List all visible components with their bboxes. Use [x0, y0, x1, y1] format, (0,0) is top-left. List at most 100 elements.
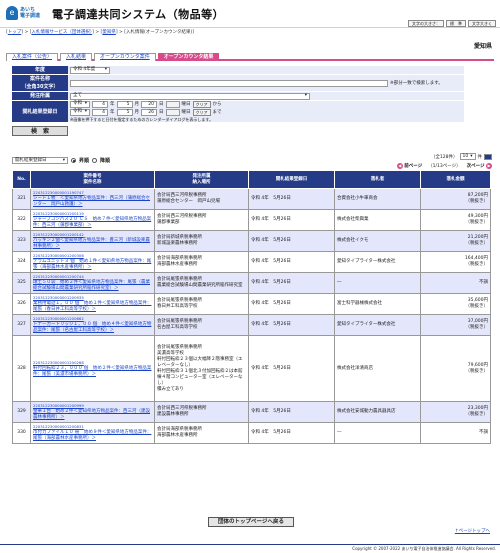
table-row: 323220312230000001200142パッキン２個＜愛知県地方物品案件… [13, 231, 491, 252]
from-clear-button[interactable]: クリア [193, 101, 211, 108]
winner-cell: 株式会社洋清商店 [335, 336, 421, 402]
back-to-top-button[interactable]: 団体のトップページへ戻る [208, 517, 294, 527]
date-cell: 令和 4年 5月26日 [249, 294, 335, 315]
per-page-select[interactable]: 10▾ [460, 153, 476, 160]
desc-radio[interactable] [92, 158, 97, 163]
from-year-input[interactable]: 4 [92, 101, 108, 108]
col-anken: 案件番号 案件名称 [31, 171, 155, 189]
copyright: Copyright © 2007-2022 あいち電子自治体推進協議会. All… [0, 544, 500, 552]
sort-select[interactable]: 開札結果登録日▾ [12, 157, 68, 164]
asc-radio[interactable] [71, 158, 76, 163]
row-no: 328 [13, 336, 31, 402]
result-count: （全128件） [431, 154, 458, 160]
anken-link[interactable]: パッキン２個＜愛知県地方物品案件：豊三河（新城設楽農林事務所）＞ [33, 238, 150, 249]
from-weekday [166, 101, 180, 108]
year-label: 年度 [12, 66, 68, 74]
pager: （全128件） 10▾ 件 ◀ 前ページ （1/13ページ） 次ページ ▶ [397, 153, 492, 169]
calendar-note: ※画像を押下すると日付を指定するためのカレンダーダイアログを表示します。 [70, 117, 213, 123]
date-label: 開札結果登録日 [12, 101, 68, 122]
anken-row: 案件名称（全角30文字） ※部分一致で検索します。 [12, 75, 464, 92]
anken-link[interactable]: 金華１台 始め２件＜愛知県地方物品案件：西三河（建設農林事務所）＞ [33, 409, 150, 420]
year-select[interactable]: 令和 4年度▾ [70, 67, 110, 74]
row-no: 324 [13, 252, 31, 273]
page-top-link[interactable]: ↑ページトップへ [455, 528, 490, 534]
from-era-select[interactable]: 令和▾ [70, 101, 90, 108]
table-row: 325220312230000001200744球土５０袋 始め２件＜愛知県地方… [13, 273, 491, 294]
table-row: 330220312230000001200831市付カファイル１０ 冊 始め９件… [13, 423, 491, 444]
calendar-icon[interactable]: 曜日 [182, 109, 191, 115]
winner-cell: ― [335, 423, 421, 444]
anken-link[interactable]: シャープコンパス２０ ＣＳ 始め７件＜愛知県地方物品案件：西三河（蒲郡事業部）＞ [33, 217, 151, 228]
anken-link[interactable]: テラムユニット３ 個 始め１件＜愛知県地方物品案件：尾張（海部農林水産事務所）＞ [33, 259, 151, 270]
amount-cell: 49,300円 （税抜き） [421, 210, 491, 231]
row-no: 325 [13, 273, 31, 294]
breadcrumb-pref[interactable]: 愛知県 [102, 30, 116, 35]
tab-bid-results[interactable]: 入札結果 [60, 53, 92, 61]
table-row: 327220312230000001200862トナーカートリッジ１，００ 個 … [13, 315, 491, 336]
date-cell: 令和 4年 5月26日 [249, 336, 335, 402]
to-month-input[interactable]: 5 [117, 109, 133, 116]
anken-link[interactable]: シート１枚 ＜愛知県地方物品案件：西三河（蒲原総合センター 岡戸山救護）＞ [33, 196, 150, 207]
date-row: 開札結果登録日 令和▾ 4年 5月 20日 曜日 クリア から 令和▾ 4年 5… [12, 101, 464, 123]
to-clear-button[interactable]: クリア [193, 109, 211, 116]
sort-controls: 開札結果登録日▾ 昇順 降順 [12, 157, 110, 164]
anken-link[interactable]: 球土５０袋 始め２件＜愛知県地方物品案件：尾張（農業総合試験場山間農業研究所稲作… [33, 280, 150, 291]
table-body: 321220312230000001190747シート１枚 ＜愛知県地方物品案件… [13, 189, 491, 444]
dept-cell: 会計局西三河県税事務所 建設農林事務所 [155, 402, 249, 423]
dept-cell: 会計局西三河県税事務所 蒲郡事業部 [155, 210, 249, 231]
anken-input[interactable] [70, 80, 388, 87]
font-large-button[interactable]: 文字大きく [468, 20, 496, 27]
table-row: 328220312230000001200268軒付回転枠２３，０００ 個 始め… [13, 336, 491, 402]
asc-label: 昇順 [79, 157, 89, 164]
to-day-input[interactable]: 26 [141, 109, 157, 116]
chevron-down-icon: ▾ [105, 67, 107, 73]
table-row: 321220312230000001190747シート１枚 ＜愛知県地方物品案件… [13, 189, 491, 210]
dept-cell: 会計局尾張県税事務所 春日井工科高等学校 [155, 294, 249, 315]
tab-open-counter[interactable]: オープンカウンタ案件 [94, 53, 156, 61]
col-no: No. [13, 171, 31, 189]
anken-link[interactable]: 軒付回転枠２３，０００ 個 始め２件＜愛知県地方物品案件：尾張（美濃市場事務所）… [33, 366, 151, 377]
apply-icon[interactable] [484, 154, 492, 160]
tab-open-counter-results[interactable]: オープンカウンタ結果 [158, 53, 220, 61]
breadcrumb-service[interactable]: 入札情報サービス（団体選択） [31, 30, 92, 35]
table-row: 322220312230000001200119シャープコンパス２０ ＣＳ 始め… [13, 210, 491, 231]
anken-link[interactable]: 業務用電話１，００ 個 始め１件＜愛知県地方物品案件：尾張（春日井工科高等学校）… [33, 301, 151, 312]
to-era-select[interactable]: 令和▾ [70, 109, 90, 116]
chevron-down-icon: ▾ [305, 93, 307, 99]
anken-link[interactable]: 市付カファイル１０ 冊 始め９件＜愛知県地方物品案件：尾張（海部農林水産事務所）… [33, 430, 151, 441]
anken-sublabel: （全角30文字） [12, 83, 68, 91]
date-cell: 令和 4年 5月26日 [249, 231, 335, 252]
date-to: 令和▾ 4年 5月 26日 曜日 クリア まで [70, 109, 222, 116]
prev-page[interactable]: ◀ 前ページ [397, 163, 422, 169]
amount-cell: 不調 [421, 423, 491, 444]
font-standard-button[interactable]: 標 準 [446, 20, 466, 27]
amount-cell: 21,200円 （税抜き） [421, 231, 491, 252]
next-page[interactable]: 次ページ ▶ [467, 163, 492, 169]
anken-link[interactable]: トナーカートリッジ１，００ 個 始め４件＜愛知県地方物品案件：尾張（名古屋工科高… [33, 322, 151, 333]
from-month-input[interactable]: 5 [117, 101, 133, 108]
winner-cell: ― [335, 273, 421, 294]
to-year-input[interactable]: 4 [92, 109, 108, 116]
date-cell: 令和 4年 5月26日 [249, 252, 335, 273]
dept-select[interactable]: 全て▾ [70, 93, 310, 100]
from-day-input[interactable]: 20 [141, 101, 157, 108]
dept-cell: 会計局尾張県税事務所 美濃高等学校 軒付回転枠２３個以大幅降２階事務室（エレベー… [155, 336, 249, 402]
row-no: 322 [13, 210, 31, 231]
page-range: （1/13ページ） [428, 163, 461, 169]
breadcrumb-current: 入札情報(オープンカウンタ結果) [126, 30, 192, 35]
col-dept: 発注所属 納入場所 [155, 171, 249, 189]
winner-cell: 株式会社安城動力農具器具店 [335, 402, 421, 423]
logo-line2: 電子調達 [20, 13, 40, 19]
calendar-icon[interactable]: 曜日 [182, 101, 191, 107]
list-controls: 開札結果登録日▾ 昇順 降順 （全128件） 10▾ 件 ◀ 前ページ （1/1… [12, 153, 492, 169]
logo[interactable]: e あいち 電子調達 [6, 6, 48, 24]
breadcrumb-top[interactable]: トップ [8, 30, 22, 35]
search-button[interactable]: 検 索 [12, 126, 68, 136]
breadcrumb: [トップ] > [入札情報サービス（団体選択）] > [愛知県] > [入札情報… [0, 28, 500, 38]
year-row: 年度 令和 4年度▾ [12, 66, 464, 75]
tab-bid-notices[interactable]: 入札案件（公告） [6, 53, 58, 61]
date-cell: 令和 4年 5月26日 [249, 315, 335, 336]
winner-cell: 愛知タイプライター株式会社 [335, 252, 421, 273]
table-row: 329220312230000001200999金華１台 始め２件＜愛知県地方物… [13, 402, 491, 423]
arrow-right-icon: ▶ [486, 163, 492, 169]
